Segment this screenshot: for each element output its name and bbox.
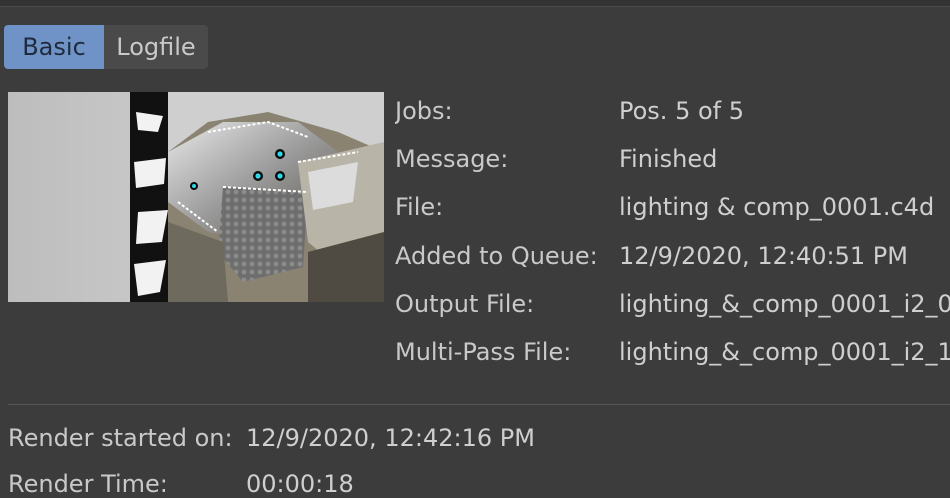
jobs-label: Jobs:: [395, 97, 453, 126]
added-to-queue-label: Added to Queue:: [395, 241, 598, 270]
multipass-file-value: lighting_&_comp_0001_i2_1: [619, 338, 950, 367]
info-row-file: File: lighting & comp_0001.c4d: [395, 183, 950, 231]
render-started-value: 12/9/2020, 12:42:16 PM: [246, 424, 535, 452]
render-time-row: Render Time: 00:00:18: [8, 470, 354, 498]
info-row-message: Message: Finished: [395, 135, 950, 183]
render-time-label: Render Time:: [8, 470, 168, 498]
output-file-label: Output File:: [395, 289, 535, 318]
render-started-label: Render started on:: [8, 424, 233, 452]
info-row-jobs: Jobs: Pos. 5 of 5: [395, 87, 950, 135]
section-divider: [8, 404, 950, 405]
tab-bar: Basic Logfile: [4, 25, 208, 69]
message-label: Message:: [395, 145, 509, 174]
multipass-file-label: Multi-Pass File:: [395, 338, 572, 367]
tab-logfile[interactable]: Logfile: [104, 25, 208, 69]
top-border: [0, 0, 950, 7]
jobs-value: Pos. 5 of 5: [619, 97, 744, 126]
job-info-table: Jobs: Pos. 5 of 5 Message: Finished File…: [395, 87, 950, 376]
info-row-added-to-queue: Added to Queue: 12/9/2020, 12:40:51 PM: [395, 232, 950, 280]
added-to-queue-value: 12/9/2020, 12:40:51 PM: [619, 241, 908, 270]
file-value: lighting & comp_0001.c4d: [619, 193, 935, 222]
output-file-value: lighting_&_comp_0001_i2_0: [619, 289, 950, 318]
render-time-value: 00:00:18: [246, 470, 354, 498]
file-label: File:: [395, 193, 444, 222]
info-row-multipass-file: Multi-Pass File: lighting_&_comp_0001_i2…: [395, 328, 950, 376]
message-value: Finished: [619, 145, 718, 174]
render-preview-thumbnail: [8, 92, 384, 302]
info-row-output-file: Output File: lighting_&_comp_0001_i2_0: [395, 280, 950, 328]
render-started-row: Render started on: 12/9/2020, 12:42:16 P…: [8, 424, 535, 452]
tab-basic[interactable]: Basic: [4, 25, 104, 69]
